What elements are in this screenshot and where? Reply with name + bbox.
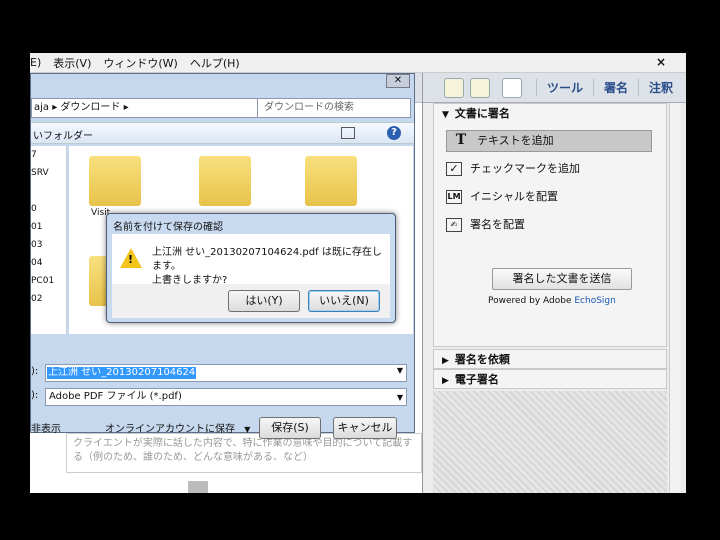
filetype-select[interactable]: Adobe PDF ファイル (*.pdf) ▼ [45, 388, 407, 406]
navigation-pane: 7 SRV 0 01 03 04 PC01 02 [31, 146, 67, 334]
chevron-down-icon[interactable]: ▼ [397, 366, 403, 375]
address-bar[interactable]: aja ▸ ダウンロード ▸ [31, 98, 279, 118]
initials-icon: LM [446, 190, 462, 204]
collapsed-triangle-icon: ▶ [442, 356, 449, 366]
filetype-value: Adobe PDF ファイル (*.pdf) [49, 391, 182, 402]
search-input[interactable]: ダウンロードの検索 [257, 98, 411, 118]
filetype-row: ): Adobe PDF ファイル (*.pdf) ▼ [31, 386, 414, 408]
checkmark-icon: ✓ [446, 162, 462, 176]
pane-tabs: ツール 署名 注釈 [423, 73, 686, 103]
text-t-icon: T [455, 132, 467, 148]
yes-button[interactable]: はい(Y) [228, 290, 300, 312]
confirm-message-line1: 上江洲 せい_20130207104624.pdf は既に存在します。 [152, 247, 382, 272]
expand-icon[interactable] [501, 77, 522, 98]
menu-window[interactable]: ウィンドウ(W) [103, 55, 177, 71]
no-button[interactable]: いいえ(N) [308, 290, 380, 312]
close-document-icon[interactable]: × [656, 55, 666, 69]
confirm-title: 名前を付けて保存の確認 [113, 222, 223, 233]
menu-help[interactable]: ヘルプ(H) [190, 55, 240, 71]
dialog-footer: 非表示 オンラインアカウントに保存 ▼ 保存(S) キャンセル [31, 414, 414, 444]
filename-row: ): 上江洲 せい_20130207104624 ▼ [31, 362, 414, 384]
nav-item[interactable]: 0 [31, 200, 66, 218]
send-signed-document-button[interactable]: 署名した文書を送信 [492, 268, 632, 290]
add-text-item[interactable]: T テキストを追加 [446, 130, 652, 152]
new-folder-button[interactable]: いフォルダー [33, 127, 93, 142]
filename-input[interactable]: 上江洲 せい_20130207104624 ▼ [45, 364, 407, 382]
tab-comment[interactable]: 注釈 [637, 79, 683, 96]
section-sign-label: 文書に署名 [454, 107, 510, 120]
menu-view[interactable]: 表示(V) [53, 55, 91, 71]
expanded-triangle-icon: ▼ [442, 110, 449, 120]
section-esign-label: 電子署名 [454, 373, 499, 386]
dialog-close-button[interactable]: ✕ [386, 74, 410, 88]
acrobat-window: E) 表示(V) ウィンドウ(W) ヘルプ(H) × クライエントが実際に話した… [30, 53, 686, 493]
hide-folders-toggle[interactable]: 非表示 [31, 420, 61, 435]
confirm-overwrite-dialog: 名前を付けて保存の確認 ! 上江洲 せい_20130207104624.pdf … [106, 213, 396, 323]
echosign-link[interactable]: EchoSign [574, 296, 615, 306]
section-request-signature[interactable]: ▶ 署名を依頼 [433, 349, 667, 369]
nav-item[interactable]: 02 [31, 290, 66, 308]
highlight-icon[interactable] [469, 77, 490, 98]
add-text-label: テキストを追加 [477, 134, 554, 147]
powered-by-text: Powered by Adobe EchoSign [488, 296, 616, 306]
warning-icon-mark: ! [128, 253, 134, 266]
comment-icon[interactable] [443, 77, 464, 98]
chevron-down-icon: ▼ [244, 425, 251, 434]
nav-item[interactable]: 7 [31, 146, 66, 164]
place-signature-item[interactable]: ✍ 署名を配置 [446, 214, 525, 236]
add-checkmark-item[interactable]: ✓ チェックマークを追加 [446, 158, 580, 180]
filetype-label: ): [31, 390, 39, 401]
signature-icon: ✍ [446, 218, 462, 232]
section-sign-document[interactable]: ▼ 文書に署名 [434, 104, 666, 124]
confirm-body: ! 上江洲 せい_20130207104624.pdf は既に存在します。 上書… [112, 234, 390, 286]
cancel-button[interactable]: キャンセル [333, 417, 397, 439]
place-initials-label: イニシャルを配置 [470, 190, 558, 203]
folder-icon[interactable] [305, 156, 357, 206]
powered-prefix: Powered by Adobe [488, 296, 575, 306]
nav-item[interactable]: 01 [31, 218, 66, 236]
add-checkmark-label: チェックマークを追加 [470, 162, 580, 175]
filename-label: ): [31, 366, 39, 377]
filename-value: 上江洲 せい_20130207104624 [47, 367, 197, 379]
place-signature-label: 署名を配置 [470, 218, 525, 231]
confirm-message: 上江洲 せい_20130207104624.pdf は既に存在します。 上書きし… [152, 246, 390, 288]
confirm-footer: はい(Y) いいえ(N) [112, 284, 390, 318]
collapsed-triangle-icon: ▶ [442, 376, 449, 386]
pane-scrollbar[interactable] [669, 103, 681, 493]
tab-tools[interactable]: ツール [535, 79, 593, 96]
view-options-icon[interactable] [341, 127, 355, 139]
help-icon[interactable]: ? [387, 126, 401, 140]
nav-item[interactable]: SRV [31, 164, 66, 182]
right-pane: ツール 署名 注釈 ▼ 文書に署名 T テキストを追加 ✓ チェックマークを追加 … [422, 73, 686, 493]
nav-item[interactable]: PC01 [31, 272, 66, 290]
online-account-dropdown[interactable]: オンラインアカウントに保存 ▼ [105, 420, 250, 435]
online-account-label: オンラインアカウントに保存 [105, 424, 235, 435]
menu-edit[interactable]: E) [30, 56, 41, 69]
chevron-down-icon[interactable]: ▼ [397, 390, 403, 406]
empty-pane-area [433, 391, 667, 493]
folder-icon[interactable] [89, 156, 141, 206]
sign-panel: ▼ 文書に署名 T テキストを追加 ✓ チェックマークを追加 LM イニシャルを配… [433, 103, 667, 347]
menu-bar: E) 表示(V) ウィンドウ(W) ヘルプ(H) × [30, 53, 686, 73]
save-button[interactable]: 保存(S) [259, 417, 321, 439]
section-request-label: 署名を依頼 [454, 353, 510, 366]
nav-item[interactable] [31, 182, 66, 200]
flow-arrow-icon [188, 481, 208, 493]
place-initials-item[interactable]: LM イニシャルを配置 [446, 186, 558, 208]
section-e-signature[interactable]: ▶ 電子署名 [433, 369, 667, 389]
command-bar: いフォルダー ? [31, 122, 414, 144]
nav-item[interactable]: 04 [31, 254, 66, 272]
tab-sign[interactable]: 署名 [592, 79, 638, 96]
folder-icon[interactable] [199, 156, 251, 206]
nav-item[interactable]: 03 [31, 236, 66, 254]
